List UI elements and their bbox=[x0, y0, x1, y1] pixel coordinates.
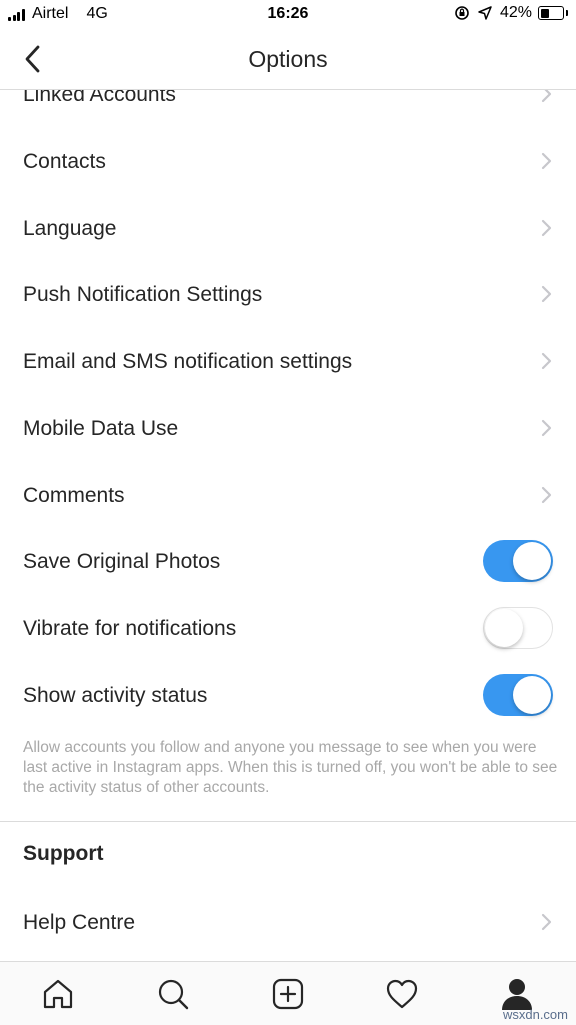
activity-heart-icon bbox=[386, 979, 418, 1009]
toggle-knob bbox=[513, 676, 551, 714]
row-label: Vibrate for notifications bbox=[23, 617, 237, 640]
chevron-right-icon bbox=[541, 219, 552, 237]
orientation-lock-icon bbox=[455, 6, 469, 20]
chevron-right-icon bbox=[541, 486, 552, 504]
new-post-icon bbox=[272, 978, 304, 1010]
row-label: Help Centre bbox=[23, 911, 136, 934]
row-push-notification-settings[interactable]: Push Notification Settings bbox=[0, 261, 576, 327]
chevron-right-icon bbox=[541, 419, 552, 437]
nav-bar: Options bbox=[0, 30, 576, 90]
row-contacts[interactable]: Contacts bbox=[0, 128, 576, 194]
row-help-centre[interactable]: Help Centre bbox=[0, 889, 576, 955]
chevron-right-icon bbox=[541, 913, 552, 931]
row-mobile-data-use[interactable]: Mobile Data Use bbox=[0, 395, 576, 461]
row-language[interactable]: Language bbox=[0, 195, 576, 261]
toggle-knob bbox=[485, 608, 523, 647]
tab-search[interactable] bbox=[153, 976, 193, 1012]
row-label: Language bbox=[23, 217, 117, 240]
row-show-activity-status: Show activity status bbox=[0, 662, 576, 728]
support-section-header: Support bbox=[23, 842, 104, 865]
chevron-right-icon bbox=[541, 152, 552, 170]
row-comments[interactable]: Comments bbox=[0, 462, 576, 528]
status-bar: Airtel 4G 16:26 42% bbox=[0, 0, 576, 30]
row-label: Mobile Data Use bbox=[23, 417, 179, 440]
chevron-right-icon bbox=[541, 352, 552, 370]
bottom-tab-bar bbox=[0, 961, 576, 1025]
activity-status-help-text: Allow accounts you follow and anyone you… bbox=[23, 739, 558, 796]
watermark-text: wsxdn.com bbox=[502, 1007, 568, 1022]
home-icon bbox=[43, 979, 73, 1009]
profile-icon bbox=[502, 979, 532, 1010]
toggle-knob bbox=[513, 542, 551, 580]
page-title: Options bbox=[248, 46, 328, 72]
battery-icon bbox=[538, 6, 568, 20]
section-divider bbox=[0, 821, 576, 822]
row-save-original-photos: Save Original Photos bbox=[0, 528, 576, 594]
tab-activity[interactable] bbox=[382, 976, 422, 1012]
row-label: Comments bbox=[23, 484, 125, 507]
show-activity-status-toggle[interactable] bbox=[483, 674, 553, 716]
location-arrow-icon bbox=[478, 6, 492, 20]
battery-percentage: 42% bbox=[499, 4, 532, 21]
tab-new-post[interactable] bbox=[268, 976, 308, 1012]
row-label: Push Notification Settings bbox=[23, 283, 263, 306]
chevron-right-icon bbox=[541, 285, 552, 303]
row-email-sms-settings[interactable]: Email and SMS notification settings bbox=[0, 328, 576, 394]
search-icon bbox=[158, 979, 189, 1010]
row-vibrate-for-notifications: Vibrate for notifications bbox=[0, 595, 576, 661]
row-label: Save Original Photos bbox=[23, 550, 221, 573]
status-right: 42% bbox=[454, 4, 568, 22]
row-label: Email and SMS notification settings bbox=[23, 350, 353, 373]
vibrate-for-notifications-toggle[interactable] bbox=[483, 607, 553, 649]
save-original-photos-toggle[interactable] bbox=[483, 540, 553, 582]
row-label: Contacts bbox=[23, 150, 106, 173]
tab-home[interactable] bbox=[38, 976, 78, 1012]
battery-fill bbox=[540, 8, 549, 18]
row-label: Show activity status bbox=[23, 684, 208, 707]
